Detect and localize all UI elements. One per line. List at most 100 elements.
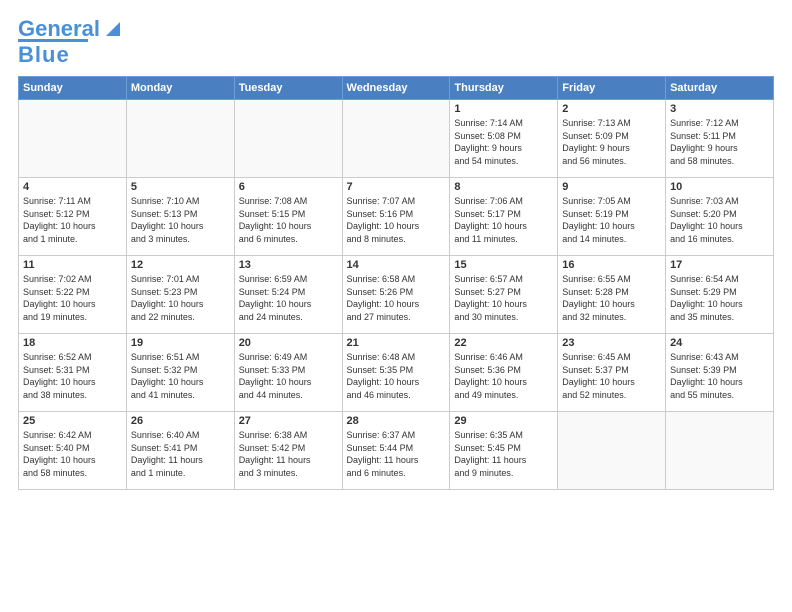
- calendar-day-cell: 25Sunrise: 6:42 AM Sunset: 5:40 PM Dayli…: [19, 412, 127, 490]
- calendar-day-header: Saturday: [666, 77, 774, 100]
- day-info: Sunrise: 7:12 AM Sunset: 5:11 PM Dayligh…: [670, 117, 769, 167]
- calendar-day-cell: 18Sunrise: 6:52 AM Sunset: 5:31 PM Dayli…: [19, 334, 127, 412]
- day-info: Sunrise: 6:54 AM Sunset: 5:29 PM Dayligh…: [670, 273, 769, 323]
- day-info: Sunrise: 6:46 AM Sunset: 5:36 PM Dayligh…: [454, 351, 553, 401]
- day-info: Sunrise: 7:13 AM Sunset: 5:09 PM Dayligh…: [562, 117, 661, 167]
- day-number: 17: [670, 259, 769, 271]
- calendar-week-row: 4 Sunrise: 7:11 AM Sunset: 5:12 PM Daylig…: [19, 178, 774, 256]
- calendar-day-cell: 1Sunrise: 7:14 AM Sunset: 5:08 PM Daylig…: [450, 100, 558, 178]
- day-number: 22: [454, 337, 553, 349]
- day-number: 11: [23, 259, 122, 271]
- day-info: Sunrise: 7:11 AM Sunset: 5:12 PM Dayligh…: [23, 195, 122, 245]
- day-info: Sunrise: 6:49 AM Sunset: 5:33 PM Dayligh…: [239, 351, 338, 401]
- calendar-day-cell: 26 Sunrise: 6:40 AM Sunset: 5:41 PM Dayli…: [126, 412, 234, 490]
- calendar-day-cell: 24 Sunrise: 6:43 AM Sunset: 5:39 PM Dayli…: [666, 334, 774, 412]
- day-number: 20: [239, 337, 338, 349]
- calendar-day-cell: 19Sunrise: 6:51 AM Sunset: 5:32 PM Dayli…: [126, 334, 234, 412]
- day-number: 21: [347, 337, 446, 349]
- day-number: 10: [670, 181, 769, 193]
- day-number: 8: [454, 181, 553, 193]
- day-info: Sunrise: 7:10 AM Sunset: 5:13 PM Dayligh…: [131, 195, 230, 245]
- calendar-day-cell: 9 Sunrise: 7:05 AM Sunset: 5:19 PM Daylig…: [558, 178, 666, 256]
- day-info: Sunrise: 7:01 AM Sunset: 5:23 PM Dayligh…: [131, 273, 230, 323]
- calendar-day-cell: 13 Sunrise: 6:59 AM Sunset: 5:24 PM Dayli…: [234, 256, 342, 334]
- day-info: Sunrise: 7:03 AM Sunset: 5:20 PM Dayligh…: [670, 195, 769, 245]
- day-number: 24: [670, 337, 769, 349]
- day-info: Sunrise: 7:02 AM Sunset: 5:22 PM Dayligh…: [23, 273, 122, 323]
- day-number: 2: [562, 103, 661, 115]
- calendar-day-cell: [342, 100, 450, 178]
- calendar-day-cell: [234, 100, 342, 178]
- calendar-day-header: Sunday: [19, 77, 127, 100]
- day-number: 3: [670, 103, 769, 115]
- logo-icon: [102, 20, 120, 38]
- day-number: 7: [347, 181, 446, 193]
- day-info: Sunrise: 6:37 AM Sunset: 5:44 PM Dayligh…: [347, 429, 446, 479]
- day-number: 1: [454, 103, 553, 115]
- logo-blue: Blue: [18, 42, 70, 68]
- day-info: Sunrise: 6:43 AM Sunset: 5:39 PM Dayligh…: [670, 351, 769, 401]
- calendar-day-cell: 5Sunrise: 7:10 AM Sunset: 5:13 PM Daylig…: [126, 178, 234, 256]
- calendar-day-cell: 17 Sunrise: 6:54 AM Sunset: 5:29 PM Dayli…: [666, 256, 774, 334]
- day-number: 4: [23, 181, 122, 193]
- day-number: 15: [454, 259, 553, 271]
- day-number: 13: [239, 259, 338, 271]
- logo: General Blue: [18, 18, 120, 68]
- calendar-day-cell: 27 Sunrise: 6:38 AM Sunset: 5:42 PM Dayli…: [234, 412, 342, 490]
- day-number: 27: [239, 415, 338, 427]
- calendar-day-cell: 12 Sunrise: 7:01 AM Sunset: 5:23 PM Dayli…: [126, 256, 234, 334]
- calendar-header-row: SundayMondayTuesdayWednesdayThursdayFrid…: [19, 77, 774, 100]
- calendar-day-cell: 11 Sunrise: 7:02 AM Sunset: 5:22 PM Dayli…: [19, 256, 127, 334]
- calendar-table: SundayMondayTuesdayWednesdayThursdayFrid…: [18, 76, 774, 490]
- day-number: 28: [347, 415, 446, 427]
- day-number: 14: [347, 259, 446, 271]
- day-number: 16: [562, 259, 661, 271]
- calendar-day-cell: 14 Sunrise: 6:58 AM Sunset: 5:26 PM Dayli…: [342, 256, 450, 334]
- day-info: Sunrise: 6:42 AM Sunset: 5:40 PM Dayligh…: [23, 429, 122, 479]
- day-info: Sunrise: 6:57 AM Sunset: 5:27 PM Dayligh…: [454, 273, 553, 323]
- day-info: Sunrise: 6:48 AM Sunset: 5:35 PM Dayligh…: [347, 351, 446, 401]
- day-info: Sunrise: 6:40 AM Sunset: 5:41 PM Dayligh…: [131, 429, 230, 479]
- day-number: 29: [454, 415, 553, 427]
- day-number: 12: [131, 259, 230, 271]
- day-info: Sunrise: 7:06 AM Sunset: 5:17 PM Dayligh…: [454, 195, 553, 245]
- calendar-day-header: Thursday: [450, 77, 558, 100]
- logo-text: General: [18, 18, 100, 40]
- day-info: Sunrise: 7:07 AM Sunset: 5:16 PM Dayligh…: [347, 195, 446, 245]
- calendar-day-cell: [126, 100, 234, 178]
- day-number: 9: [562, 181, 661, 193]
- day-info: Sunrise: 6:52 AM Sunset: 5:31 PM Dayligh…: [23, 351, 122, 401]
- calendar-day-cell: [558, 412, 666, 490]
- day-info: Sunrise: 7:08 AM Sunset: 5:15 PM Dayligh…: [239, 195, 338, 245]
- calendar-day-cell: 7 Sunrise: 7:07 AM Sunset: 5:16 PM Daylig…: [342, 178, 450, 256]
- day-info: Sunrise: 6:58 AM Sunset: 5:26 PM Dayligh…: [347, 273, 446, 323]
- calendar-day-cell: 28 Sunrise: 6:37 AM Sunset: 5:44 PM Dayli…: [342, 412, 450, 490]
- page-container: General Blue SundayMondayTuesdayWednesda…: [0, 0, 792, 500]
- calendar-day-header: Tuesday: [234, 77, 342, 100]
- calendar-day-cell: 29 Sunrise: 6:35 AM Sunset: 5:45 PM Dayli…: [450, 412, 558, 490]
- calendar-day-cell: [666, 412, 774, 490]
- calendar-week-row: 18Sunrise: 6:52 AM Sunset: 5:31 PM Dayli…: [19, 334, 774, 412]
- day-info: Sunrise: 6:38 AM Sunset: 5:42 PM Dayligh…: [239, 429, 338, 479]
- calendar-day-header: Friday: [558, 77, 666, 100]
- calendar-day-cell: 22 Sunrise: 6:46 AM Sunset: 5:36 PM Dayli…: [450, 334, 558, 412]
- calendar-day-cell: 4 Sunrise: 7:11 AM Sunset: 5:12 PM Daylig…: [19, 178, 127, 256]
- day-number: 23: [562, 337, 661, 349]
- calendar-day-cell: 23Sunrise: 6:45 AM Sunset: 5:37 PM Dayli…: [558, 334, 666, 412]
- calendar-day-cell: 6 Sunrise: 7:08 AM Sunset: 5:15 PM Daylig…: [234, 178, 342, 256]
- calendar-day-header: Monday: [126, 77, 234, 100]
- day-number: 26: [131, 415, 230, 427]
- calendar-day-cell: 10 Sunrise: 7:03 AM Sunset: 5:20 PM Dayli…: [666, 178, 774, 256]
- calendar-week-row: 25Sunrise: 6:42 AM Sunset: 5:40 PM Dayli…: [19, 412, 774, 490]
- day-info: Sunrise: 6:59 AM Sunset: 5:24 PM Dayligh…: [239, 273, 338, 323]
- day-info: Sunrise: 7:05 AM Sunset: 5:19 PM Dayligh…: [562, 195, 661, 245]
- page-header: General Blue: [18, 18, 774, 68]
- day-info: Sunrise: 6:55 AM Sunset: 5:28 PM Dayligh…: [562, 273, 661, 323]
- calendar-day-cell: 2 Sunrise: 7:13 AM Sunset: 5:09 PM Daylig…: [558, 100, 666, 178]
- day-number: 6: [239, 181, 338, 193]
- calendar-day-cell: 15 Sunrise: 6:57 AM Sunset: 5:27 PM Dayli…: [450, 256, 558, 334]
- calendar-day-cell: 16 Sunrise: 6:55 AM Sunset: 5:28 PM Dayli…: [558, 256, 666, 334]
- day-info: Sunrise: 6:35 AM Sunset: 5:45 PM Dayligh…: [454, 429, 553, 479]
- calendar-day-cell: 20 Sunrise: 6:49 AM Sunset: 5:33 PM Dayli…: [234, 334, 342, 412]
- calendar-day-cell: 21 Sunrise: 6:48 AM Sunset: 5:35 PM Dayli…: [342, 334, 450, 412]
